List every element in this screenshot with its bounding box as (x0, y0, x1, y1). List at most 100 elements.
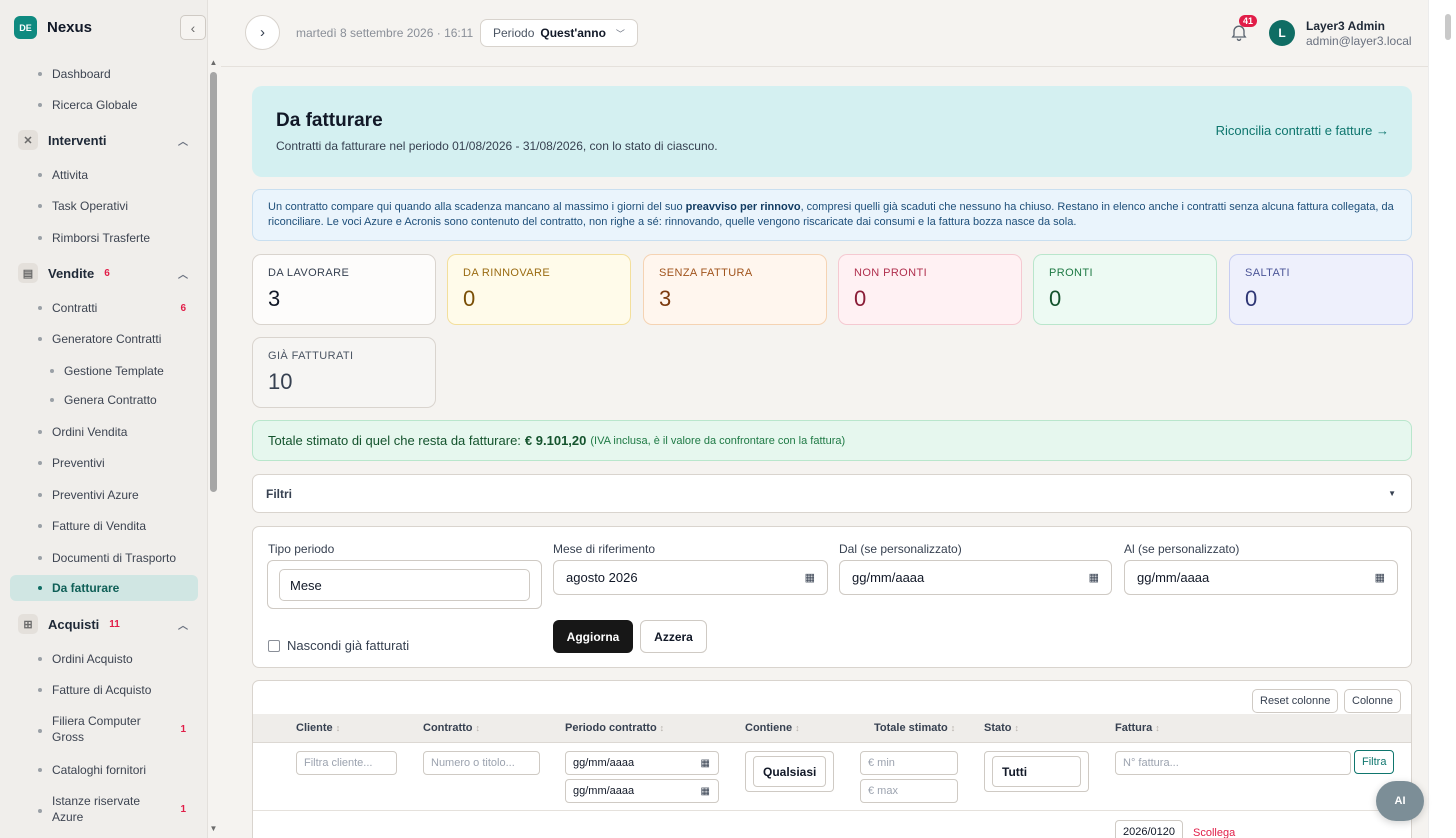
filter-contratto-input[interactable]: Numero o titolo... (423, 751, 540, 775)
total-amount: € 9.101,20 (524, 433, 587, 448)
chevron-left-icon: ‹ (190, 19, 196, 36)
sidebar-item-filiera-computer-gross[interactable]: Filiera Computer Gross 1 (38, 713, 186, 745)
avatar[interactable]: L (1269, 20, 1295, 46)
sidebar-item-contratti[interactable]: Contratti 6 (38, 300, 186, 316)
filter-fattura-input[interactable]: N° fattura... (1115, 751, 1351, 775)
update-button[interactable]: Aggiorna (553, 620, 633, 653)
caret-down-icon: ▼ (1388, 489, 1396, 498)
acquisti-badge: 11 (109, 618, 120, 630)
sidebar-item-cataloghi-fornitori[interactable]: Cataloghi fornitori (38, 762, 146, 778)
sidebar-item-da-fatturare[interactable]: Da fatturare (10, 575, 198, 601)
dal-input[interactable]: gg/mm/aaaa ▦ (839, 560, 1112, 595)
sidebar-nav: Dashboard Ricerca Globale ✕ Interventi ︿… (0, 58, 204, 838)
cart-icon: ⊞ (18, 614, 38, 634)
calendar-icon[interactable]: ▦ (1089, 571, 1099, 584)
filter-button[interactable]: Filtra (1354, 750, 1395, 774)
filters-toggle[interactable]: Filtri ▼ (252, 474, 1412, 513)
expand-button[interactable]: › (245, 15, 280, 50)
stat-card-da-lavorare[interactable]: DA LAVORARE 3 (252, 254, 436, 325)
col-fattura[interactable]: Fattura ↕ (1115, 722, 1160, 734)
filter-max-input[interactable]: € max (860, 779, 958, 803)
col-stato[interactable]: Stato ↕ (984, 722, 1019, 734)
brand[interactable]: DE Nexus (0, 0, 207, 55)
col-periodo[interactable]: Periodo contratto ↕ (565, 722, 664, 734)
right-edge-panel (1428, 0, 1456, 838)
calendar-icon[interactable]: ▦ (805, 571, 815, 584)
col-contratto[interactable]: Contratto ↕ (423, 722, 480, 734)
dal-label: Dal (se personalizzato) (839, 542, 962, 556)
filter-cliente-input[interactable]: Filtra cliente... (296, 751, 397, 775)
total-estimate: Totale stimato di quel che resta da fatt… (252, 420, 1412, 461)
scrollbar-thumb[interactable] (210, 72, 217, 492)
scroll-up-icon[interactable]: ▲ (209, 58, 218, 67)
unlink-link[interactable]: Scollega (1193, 827, 1235, 838)
register-icon: ▤ (18, 263, 38, 283)
sidebar-scrollbar[interactable]: ▲ ▼ (209, 58, 218, 838)
columns-button[interactable]: Colonne (1344, 689, 1401, 713)
filter-stato-select[interactable]: Tutti (984, 751, 1089, 792)
stat-card-pronti[interactable]: PRONTI 0 (1033, 254, 1217, 325)
hide-invoiced-row[interactable]: Nascondi già fatturati (268, 638, 409, 653)
brand-logo: DE (14, 16, 37, 39)
sidebar-item-genera-contratto[interactable]: Genera Contratto (50, 392, 157, 408)
sidebar-item-preventivi-azure[interactable]: Preventivi Azure (38, 487, 139, 503)
col-totale[interactable]: Totale stimato ↕ (874, 722, 955, 734)
invoice-tag[interactable]: 2026/0120 (1115, 820, 1183, 838)
scrollbar-thumb[interactable] (1445, 14, 1451, 40)
tools-icon: ✕ (18, 130, 38, 150)
sidebar-item-preventivi[interactable]: Preventivi (38, 455, 105, 471)
sidebar-item-generatore-contratti[interactable]: Generatore Contratti (38, 331, 161, 347)
sidebar-item-istanze-riservate-azure[interactable]: Istanze riservate Azure 1 (38, 793, 186, 825)
tipo-periodo-label: Tipo periodo (268, 542, 335, 556)
contracts-table: Reset colonne Colonne Cliente ↕ Contratto… (252, 680, 1412, 838)
mese-input[interactable]: agosto 2026 ▦ (553, 560, 828, 595)
period-selector[interactable]: Periodo Quest'anno ﹀ (480, 19, 638, 47)
filter-contiene-select[interactable]: Qualsiasi (745, 751, 834, 792)
sidebar-item-dashboard[interactable]: Dashboard (38, 66, 111, 82)
sidebar-group-vendite[interactable]: ▤ Vendite 6 ︿ (18, 263, 188, 283)
stat-card-saltati[interactable]: SALTATI 0 (1229, 254, 1413, 325)
stat-card-senza-fattura[interactable]: SENZA FATTURA 3 (643, 254, 827, 325)
user-name: Layer3 Admin (1306, 19, 1385, 33)
sidebar-item-documenti-trasporto[interactable]: Documenti di Trasporto (38, 550, 176, 566)
stat-card-gia-fatturati[interactable]: GIÀ FATTURATI 10 (252, 337, 436, 408)
calendar-icon[interactable]: ▦ (701, 758, 710, 769)
filter-date-to[interactable]: gg/mm/aaaa ▦ (565, 779, 719, 803)
sidebar-item-attivita[interactable]: Attivita (38, 167, 88, 183)
sidebar-item-ordini-vendita[interactable]: Ordini Vendita (38, 424, 127, 440)
reset-columns-button[interactable]: Reset colonne (1252, 689, 1339, 713)
sidebar-group-acquisti[interactable]: ⊞ Acquisti 11 ︿ (18, 614, 188, 634)
collapse-sidebar-button[interactable]: ‹ (180, 15, 206, 40)
al-input[interactable]: gg/mm/aaaa ▦ (1124, 560, 1398, 595)
tipo-periodo-select[interactable]: Mese (267, 560, 542, 609)
sidebar-item-fatture-acquisto[interactable]: Fatture di Acquisto (38, 682, 151, 698)
stat-card-non-pronti[interactable]: NON PRONTI 0 (838, 254, 1022, 325)
topbar: › martedì 8 settembre 2026 · 16:11 Perio… (221, 0, 1456, 67)
al-label: Al (se personalizzato) (1124, 542, 1240, 556)
sidebar-item-ricerca-globale[interactable]: Ricerca Globale (38, 97, 137, 113)
sidebar-item-ordini-acquisto[interactable]: Ordini Acquisto (38, 651, 133, 667)
reset-button[interactable]: Azzera (640, 620, 707, 653)
info-box: Un contratto compare qui quando alla sca… (252, 189, 1412, 241)
hide-invoiced-checkbox[interactable] (268, 639, 280, 652)
sidebar-item-fatture-vendita[interactable]: Fatture di Vendita (38, 518, 146, 534)
stat-card-da-rinnovare[interactable]: DA RINNOVARE 0 (447, 254, 631, 325)
col-cliente[interactable]: Cliente ↕ (296, 722, 340, 734)
contratti-badge: 6 (180, 302, 186, 314)
vendite-badge: 6 (104, 267, 110, 279)
col-contiene[interactable]: Contiene ↕ (745, 722, 800, 734)
ai-assistant-button[interactable]: AI (1376, 781, 1424, 821)
filter-date-from[interactable]: gg/mm/aaaa ▦ (565, 751, 719, 775)
istanze-badge: 1 (180, 803, 186, 815)
sidebar-item-rimborsi-trasferte[interactable]: Rimborsi Trasferte (38, 230, 150, 246)
filter-form: Tipo periodo Mese Mese di riferimento ag… (252, 526, 1412, 668)
calendar-icon[interactable]: ▦ (1375, 571, 1385, 584)
sidebar-item-task-operativi[interactable]: Task Operativi (38, 198, 128, 214)
scroll-down-icon[interactable]: ▼ (209, 824, 218, 833)
sidebar-item-gestione-template[interactable]: Gestione Template (50, 363, 164, 379)
user-email: admin@layer3.local (1306, 34, 1412, 48)
filter-min-input[interactable]: € min (860, 751, 958, 775)
sidebar-group-interventi[interactable]: ✕ Interventi ︿ (18, 130, 188, 150)
calendar-icon[interactable]: ▦ (701, 786, 710, 797)
reconcile-link[interactable]: Riconcilia contratti e fatture → (1216, 123, 1389, 138)
